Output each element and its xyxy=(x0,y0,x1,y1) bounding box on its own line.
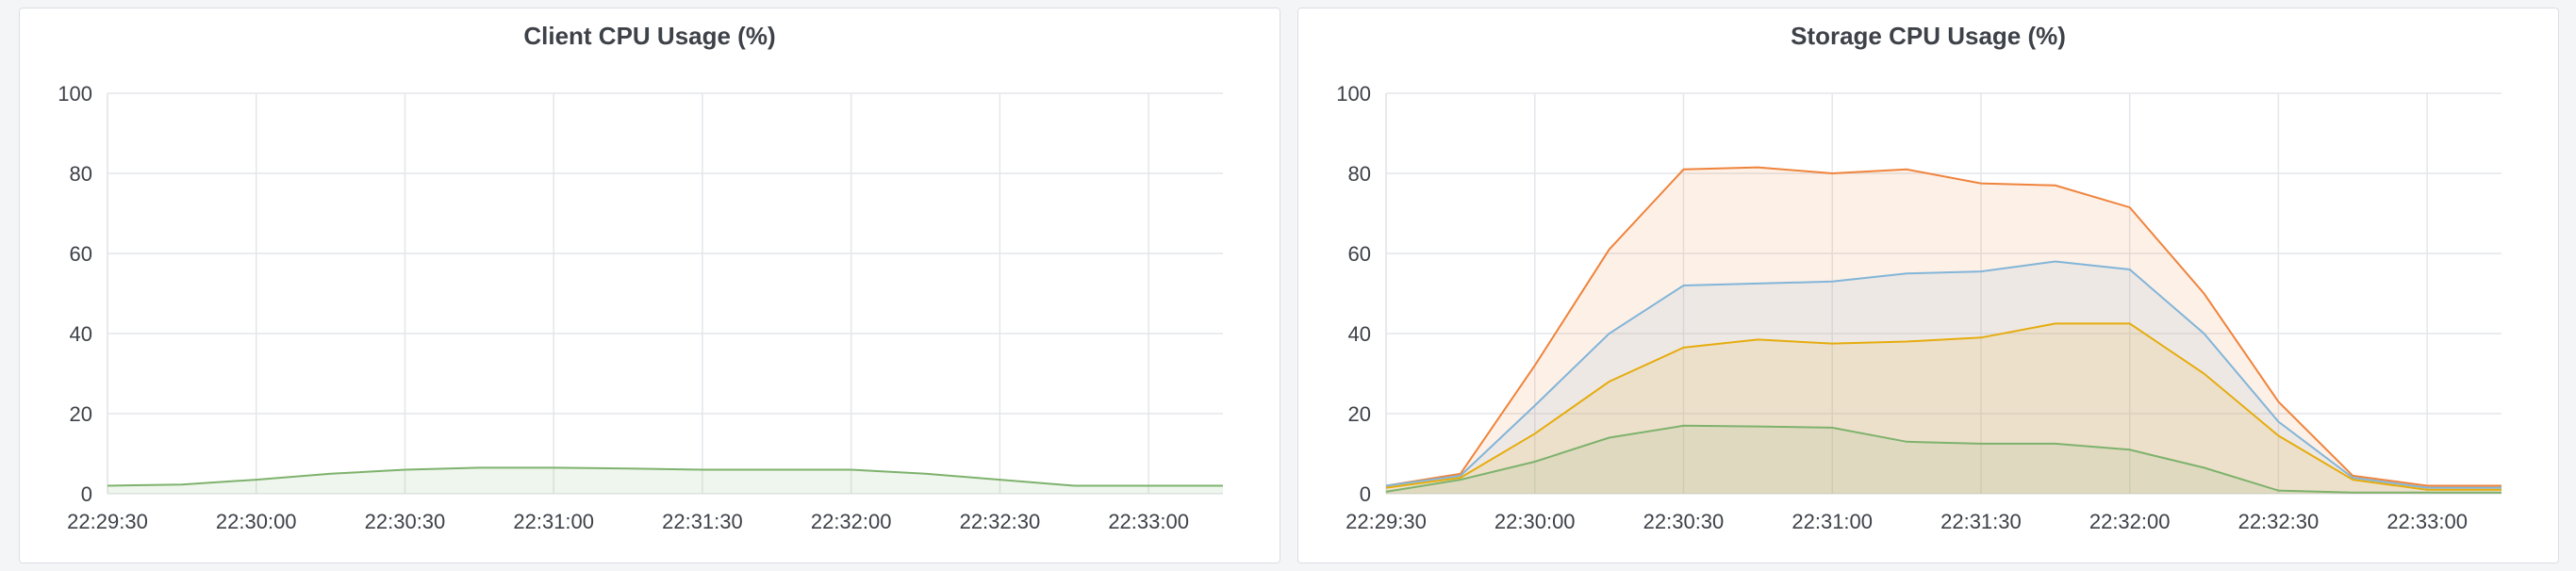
x-tick-label: 22:32:30 xyxy=(960,510,1041,533)
x-tick-label: 22:33:00 xyxy=(1108,510,1189,533)
x-tick-label: 22:31:00 xyxy=(513,510,594,533)
storage-cpu-panel: Storage CPU Usage (%) 0 20 40 60 80 100 22:29:… xyxy=(1297,8,2559,563)
series-area xyxy=(107,467,1223,494)
x-tick-label: 22:32:00 xyxy=(2089,510,2171,533)
y-tick-label: 80 xyxy=(1348,162,1371,186)
grid xyxy=(107,92,1223,495)
series-group xyxy=(1385,166,2502,494)
x-tick-label: 22:33:00 xyxy=(2386,510,2468,533)
y-tick-label: 60 xyxy=(70,242,92,266)
y-tick-label: 40 xyxy=(1348,322,1371,346)
storage-cpu-chart: 0 20 40 60 80 100 22:29:30 22:30:00 22:30:30 22:3… xyxy=(1336,82,2502,533)
y-tick-label: 20 xyxy=(70,402,92,426)
x-tick-label: 22:29:30 xyxy=(67,510,148,533)
y-tick-label: 20 xyxy=(1348,402,1371,426)
client-cpu-chart: 0 20 40 60 80 100 22:29:30 22:30:00 22:30:30 22:3… xyxy=(58,82,1223,533)
y-tick-label: 0 xyxy=(81,482,92,506)
x-tick-label: 22:30:30 xyxy=(365,510,446,533)
y-tick-label: 60 xyxy=(1348,242,1371,266)
x-tick-label: 22:30:30 xyxy=(1643,510,1725,533)
x-tick-label: 22:30:00 xyxy=(1494,510,1576,533)
x-tick-label: 22:31:30 xyxy=(662,510,743,533)
x-tick-label: 22:30:00 xyxy=(216,510,297,533)
x-tick-label: 22:32:00 xyxy=(811,510,892,533)
y-tick-label: 0 xyxy=(1360,482,1371,506)
y-tick-label: 100 xyxy=(1336,82,1371,106)
y-tick-label: 80 xyxy=(70,162,92,186)
y-tick-label: 100 xyxy=(58,82,92,106)
x-tick-label: 22:32:30 xyxy=(2238,510,2320,533)
client-cpu-panel: Client CPU Usage (%) 0 20 40 60 80 100 22:29:3… xyxy=(19,8,1280,563)
x-tick-label: 22:29:30 xyxy=(1346,510,1427,533)
x-tick-label: 22:31:00 xyxy=(1792,510,1873,533)
x-tick-label: 22:31:30 xyxy=(1940,510,2022,533)
y-tick-label: 40 xyxy=(70,322,92,346)
series-group xyxy=(107,466,1223,494)
